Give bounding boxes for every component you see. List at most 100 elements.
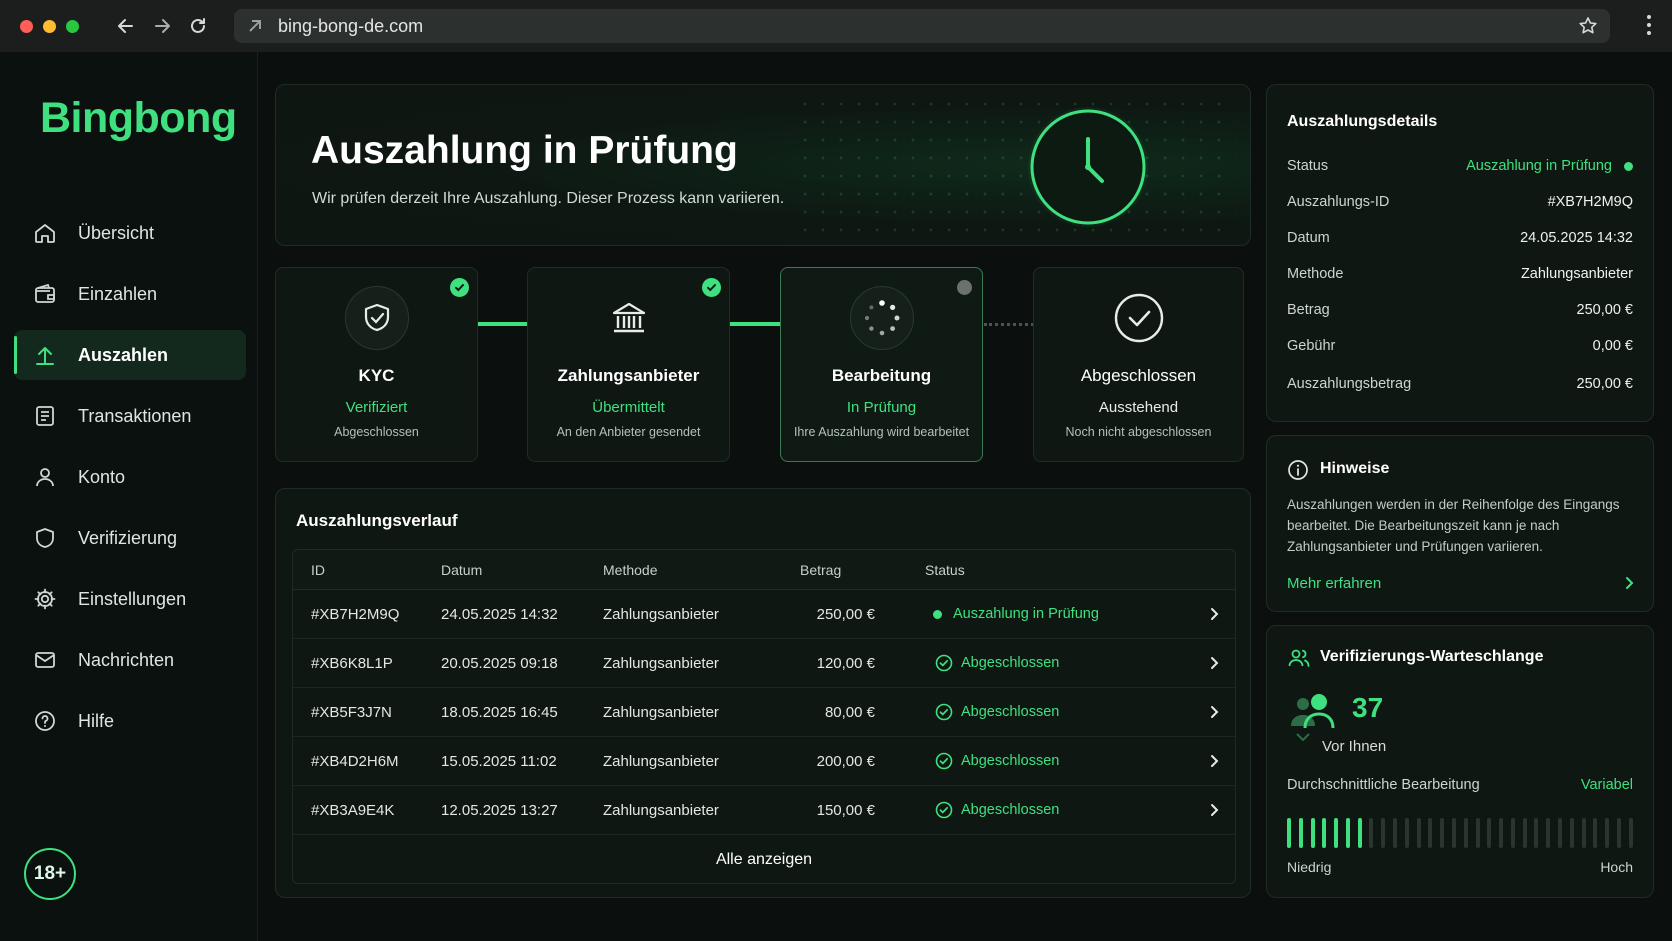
table-row[interactable]: #XB7H2M9Q 24.05.2025 14:32 Zahlungsanbie…: [293, 590, 1235, 639]
detail-value: #XB7H2M9Q: [1547, 194, 1633, 210]
chevron-right-icon[interactable]: [1195, 656, 1235, 670]
sidebar-item-settings[interactable]: Einstellungen: [14, 574, 246, 624]
step-title: KYC: [358, 366, 395, 385]
status-text: Abgeschlossen: [961, 655, 1060, 671]
forward-button[interactable]: [147, 11, 177, 41]
meter-bar: [1475, 818, 1480, 848]
sidebar-item-transactions[interactable]: Transaktionen: [14, 391, 246, 441]
clock-icon: [1028, 107, 1148, 227]
chevron-right-icon[interactable]: [1195, 803, 1235, 817]
spinner-icon: [850, 286, 914, 350]
check-circle-icon: [935, 654, 953, 672]
table-row[interactable]: #XB5F3J7N 18.05.2025 16:45 Zahlungsanbie…: [293, 688, 1235, 737]
address-bar[interactable]: bing-bong-de.com: [234, 9, 1610, 43]
meter-bar: [1557, 818, 1562, 848]
meter-bar: [1298, 818, 1303, 848]
meter-bar: [1428, 818, 1433, 848]
step-check-icon: [702, 278, 721, 297]
arrow-up-icon: [32, 342, 58, 368]
row-date: 20.05.2025 09:18: [441, 654, 558, 672]
meter-bar: [1451, 818, 1456, 848]
row-id: #XB6K8L1P: [311, 654, 393, 672]
maximize-window-button[interactable]: [66, 19, 79, 33]
status-text: Abgeschlossen: [961, 802, 1060, 818]
step-title: Abgeschlossen: [1080, 366, 1197, 385]
column-header-date: Datum: [441, 561, 483, 578]
sidebar-item-label: Auszahlen: [78, 344, 169, 365]
sidebar-item-label: Übersicht: [78, 222, 155, 243]
hints-title: Hinweise: [1320, 460, 1390, 477]
sidebar-item-label: Einzahlen: [78, 283, 158, 304]
step-status: In Prüfung: [846, 399, 917, 416]
sidebar-item-verification[interactable]: Verifizierung: [14, 513, 246, 563]
table-row[interactable]: #XB6K8L1P 20.05.2025 09:18 Zahlungsanbie…: [293, 639, 1235, 688]
sidebar-item-overview[interactable]: Übersicht: [14, 208, 246, 258]
row-method: Zahlungsanbieter: [603, 654, 719, 672]
detail-row-fee: Gebühr 0,00 €: [1287, 335, 1633, 357]
age-badge: 18+: [24, 848, 76, 900]
row-date: 15.05.2025 11:02: [441, 752, 557, 770]
sidebar: Bingbong Übersicht Einzahlen Auszahlen T…: [0, 52, 258, 941]
details-title: Auszahlungsdetails: [1287, 113, 1438, 130]
browser-menu-icon[interactable]: [1646, 14, 1652, 36]
table-row[interactable]: #XB3A9E4K 12.05.2025 13:27 Zahlungsanbie…: [293, 786, 1235, 835]
row-amount: 120,00 €: [816, 654, 875, 672]
row-id: #XB4D2H6M: [311, 752, 399, 770]
step-status: Verifiziert: [345, 399, 408, 416]
minimize-window-button[interactable]: [43, 19, 56, 33]
chevron-right-icon[interactable]: [1625, 576, 1635, 590]
chevron-right-icon[interactable]: [1195, 705, 1235, 719]
meter-bar: [1487, 818, 1492, 848]
shield-check-icon: [345, 286, 409, 350]
sidebar-item-label: Transaktionen: [78, 405, 192, 426]
meter-bar: [1581, 818, 1586, 848]
status-text: Auszahlung in Prüfung: [1466, 158, 1612, 174]
sidebar-item-help[interactable]: Hilfe: [14, 696, 246, 746]
row-method: Zahlungsanbieter: [603, 752, 719, 770]
meter-bar: [1416, 818, 1421, 848]
meter-bar: [1522, 818, 1527, 848]
row-amount: 150,00 €: [816, 801, 875, 819]
row-date: 12.05.2025 13:27: [441, 801, 558, 819]
step-check-icon: [450, 278, 469, 297]
reload-button[interactable]: [183, 11, 213, 41]
chevron-right-icon[interactable]: [1195, 754, 1235, 768]
url-text[interactable]: bing-bong-de.com: [278, 16, 423, 37]
arrow-right-icon: [155, 19, 170, 33]
meter-bar: [1287, 818, 1291, 848]
step-connector-done: [477, 322, 527, 326]
people-icon: [1291, 694, 1335, 742]
check-circle-icon: [1107, 286, 1171, 350]
meter-bar: [1369, 818, 1374, 848]
site-info-icon[interactable]: [246, 17, 264, 35]
meter-bar: [1569, 818, 1574, 848]
detail-label: Gebühr: [1287, 338, 1336, 354]
bookmark-star-icon[interactable]: [1578, 16, 1598, 36]
status-text: Abgeschlossen: [961, 704, 1060, 720]
table-row[interactable]: #XB4D2H6M 15.05.2025 11:02 Zahlungsanbie…: [293, 737, 1235, 786]
meter-bar: [1546, 818, 1551, 848]
show-all-button[interactable]: Alle anzeigen: [293, 835, 1235, 883]
sidebar-item-account[interactable]: Konto: [14, 452, 246, 502]
queue-ahead-label: Vor Ihnen: [1322, 738, 1387, 755]
status-badge: Auszahlung in Prüfung: [933, 606, 1099, 622]
detail-row-date: Datum 24.05.2025 14:32: [1287, 227, 1633, 249]
sidebar-item-withdraw[interactable]: Auszahlen: [14, 330, 246, 380]
step-description: Noch nicht abgeschlossen: [1065, 425, 1212, 439]
reload-icon: [191, 18, 205, 33]
detail-row-amount: Betrag 250,00 €: [1287, 299, 1633, 321]
sidebar-menu: Übersicht Einzahlen Auszahlen Transaktio…: [14, 208, 246, 757]
row-date: 24.05.2025 14:32: [441, 605, 558, 623]
sidebar-item-messages[interactable]: Nachrichten: [14, 635, 246, 685]
step-connector-done: [730, 322, 780, 326]
sidebar-item-label: Einstellungen: [78, 588, 187, 609]
chevron-right-icon[interactable]: [1195, 607, 1235, 621]
detail-value: 250,00 €: [1576, 302, 1633, 318]
back-button[interactable]: [111, 11, 141, 41]
close-window-button[interactable]: [20, 19, 33, 33]
learn-more-link[interactable]: Mehr erfahren: [1287, 575, 1381, 592]
meter-bar: [1463, 818, 1468, 848]
queue-level-meter: [1287, 818, 1633, 848]
brand-logo[interactable]: Bingbong: [40, 94, 237, 143]
sidebar-item-deposit[interactable]: Einzahlen: [14, 269, 246, 319]
